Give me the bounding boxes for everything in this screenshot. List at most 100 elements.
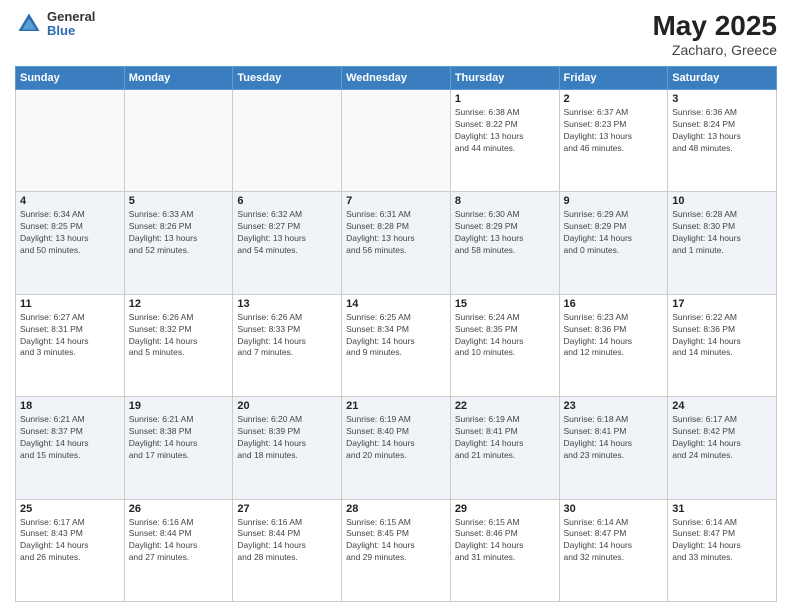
- day-cell: 29 Sunrise: 6:15 AM Sunset: 8:46 PM Dayli…: [450, 499, 559, 601]
- day-number: 15: [455, 298, 555, 310]
- page: General Blue May 2025 Zacharo, Greece Su…: [0, 0, 792, 612]
- week-row-4: 18 Sunrise: 6:21 AM Sunset: 8:37 PM Dayli…: [16, 397, 777, 499]
- day-cell: [16, 90, 125, 192]
- title-block: May 2025 Zacharo, Greece: [652, 10, 777, 58]
- day-number: 10: [672, 195, 772, 207]
- day-number: 1: [455, 93, 555, 105]
- day-cell: 20Sunrise: 6:20 AM Sunset: 8:39 PM Dayli…: [233, 397, 342, 499]
- day-info: Sunrise: 6:14 AM Sunset: 8:47 PM Dayligh…: [564, 517, 664, 565]
- day-info: Sunrise: 6:22 AM Sunset: 8:36 PM Dayligh…: [672, 312, 772, 360]
- day-cell: 4 Sunrise: 6:34 AM Sunset: 8:25 PM Daylig…: [16, 192, 125, 294]
- day-cell: 23 Sunrise: 6:18 AM Sunset: 8:41 PM Dayli…: [559, 397, 668, 499]
- logo-general-text: General: [47, 10, 95, 24]
- day-info: Sunrise: 6:16 AM Sunset: 8:44 PM Dayligh…: [237, 517, 337, 565]
- day-number: 24: [672, 400, 772, 412]
- day-info: Sunrise: 6:27 AM Sunset: 8:31 PM Dayligh…: [20, 312, 120, 360]
- day-cell: 12Sunrise: 6:26 AM Sunset: 8:32 PM Dayli…: [124, 294, 233, 396]
- day-info: Sunrise: 6:26 AM Sunset: 8:33 PM Dayligh…: [237, 312, 337, 360]
- day-header-thursday: Thursday: [450, 67, 559, 90]
- week-row-3: 11Sunrise: 6:27 AM Sunset: 8:31 PM Dayli…: [16, 294, 777, 396]
- day-info: Sunrise: 6:30 AM Sunset: 8:29 PM Dayligh…: [455, 209, 555, 257]
- day-info: Sunrise: 6:15 AM Sunset: 8:45 PM Dayligh…: [346, 517, 446, 565]
- day-info: Sunrise: 6:17 AM Sunset: 8:43 PM Dayligh…: [20, 517, 120, 565]
- day-header-monday: Monday: [124, 67, 233, 90]
- day-info: Sunrise: 6:19 AM Sunset: 8:40 PM Dayligh…: [346, 414, 446, 462]
- day-info: Sunrise: 6:18 AM Sunset: 8:41 PM Dayligh…: [564, 414, 664, 462]
- day-number: 18: [20, 400, 120, 412]
- week-row-5: 25 Sunrise: 6:17 AM Sunset: 8:43 PM Dayli…: [16, 499, 777, 601]
- day-cell: 31 Sunrise: 6:14 AM Sunset: 8:47 PM Dayli…: [668, 499, 777, 601]
- day-cell: 9 Sunrise: 6:29 AM Sunset: 8:29 PM Daylig…: [559, 192, 668, 294]
- day-info: Sunrise: 6:21 AM Sunset: 8:37 PM Dayligh…: [20, 414, 120, 462]
- day-cell: 26 Sunrise: 6:16 AM Sunset: 8:44 PM Dayli…: [124, 499, 233, 601]
- day-number: 12: [129, 298, 229, 310]
- day-info: Sunrise: 6:28 AM Sunset: 8:30 PM Dayligh…: [672, 209, 772, 257]
- day-cell: 27Sunrise: 6:16 AM Sunset: 8:44 PM Dayli…: [233, 499, 342, 601]
- day-info: Sunrise: 6:33 AM Sunset: 8:26 PM Dayligh…: [129, 209, 229, 257]
- day-info: Sunrise: 6:21 AM Sunset: 8:38 PM Dayligh…: [129, 414, 229, 462]
- day-number: 16: [564, 298, 664, 310]
- day-number: 14: [346, 298, 446, 310]
- logo: General Blue: [15, 10, 95, 39]
- day-cell: 14Sunrise: 6:25 AM Sunset: 8:34 PM Dayli…: [342, 294, 451, 396]
- week-row-1: 1 Sunrise: 6:38 AM Sunset: 8:22 PM Daylig…: [16, 90, 777, 192]
- day-cell: 5Sunrise: 6:33 AM Sunset: 8:26 PM Daylig…: [124, 192, 233, 294]
- calendar-title: May 2025: [652, 10, 777, 42]
- day-number: 17: [672, 298, 772, 310]
- day-number: 3: [672, 93, 772, 105]
- day-header-friday: Friday: [559, 67, 668, 90]
- day-number: 8: [455, 195, 555, 207]
- day-cell: 18 Sunrise: 6:21 AM Sunset: 8:37 PM Dayli…: [16, 397, 125, 499]
- day-number: 22: [455, 400, 555, 412]
- day-info: Sunrise: 6:15 AM Sunset: 8:46 PM Dayligh…: [455, 517, 555, 565]
- calendar-subtitle: Zacharo, Greece: [652, 42, 777, 58]
- day-cell: 3 Sunrise: 6:36 AM Sunset: 8:24 PM Daylig…: [668, 90, 777, 192]
- day-number: 30: [564, 503, 664, 515]
- day-cell: [342, 90, 451, 192]
- day-number: 4: [20, 195, 120, 207]
- day-header-tuesday: Tuesday: [233, 67, 342, 90]
- day-header-wednesday: Wednesday: [342, 67, 451, 90]
- day-info: Sunrise: 6:34 AM Sunset: 8:25 PM Dayligh…: [20, 209, 120, 257]
- day-number: 29: [455, 503, 555, 515]
- calendar-table: SundayMondayTuesdayWednesdayThursdayFrid…: [15, 66, 777, 602]
- day-cell: 11Sunrise: 6:27 AM Sunset: 8:31 PM Dayli…: [16, 294, 125, 396]
- day-info: Sunrise: 6:19 AM Sunset: 8:41 PM Dayligh…: [455, 414, 555, 462]
- logo-blue-text: Blue: [47, 24, 95, 38]
- day-cell: 19Sunrise: 6:21 AM Sunset: 8:38 PM Dayli…: [124, 397, 233, 499]
- day-number: 31: [672, 503, 772, 515]
- day-header-sunday: Sunday: [16, 67, 125, 90]
- day-cell: 7Sunrise: 6:31 AM Sunset: 8:28 PM Daylig…: [342, 192, 451, 294]
- day-info: Sunrise: 6:23 AM Sunset: 8:36 PM Dayligh…: [564, 312, 664, 360]
- day-cell: [124, 90, 233, 192]
- day-cell: 17 Sunrise: 6:22 AM Sunset: 8:36 PM Dayli…: [668, 294, 777, 396]
- day-info: Sunrise: 6:32 AM Sunset: 8:27 PM Dayligh…: [237, 209, 337, 257]
- day-cell: 13Sunrise: 6:26 AM Sunset: 8:33 PM Dayli…: [233, 294, 342, 396]
- day-number: 25: [20, 503, 120, 515]
- header: General Blue May 2025 Zacharo, Greece: [15, 10, 777, 58]
- day-number: 28: [346, 503, 446, 515]
- day-cell: 8 Sunrise: 6:30 AM Sunset: 8:29 PM Daylig…: [450, 192, 559, 294]
- day-number: 9: [564, 195, 664, 207]
- day-info: Sunrise: 6:14 AM Sunset: 8:47 PM Dayligh…: [672, 517, 772, 565]
- day-info: Sunrise: 6:16 AM Sunset: 8:44 PM Dayligh…: [129, 517, 229, 565]
- day-info: Sunrise: 6:20 AM Sunset: 8:39 PM Dayligh…: [237, 414, 337, 462]
- day-info: Sunrise: 6:29 AM Sunset: 8:29 PM Dayligh…: [564, 209, 664, 257]
- day-number: 6: [237, 195, 337, 207]
- day-cell: 24Sunrise: 6:17 AM Sunset: 8:42 PM Dayli…: [668, 397, 777, 499]
- day-cell: 15 Sunrise: 6:24 AM Sunset: 8:35 PM Dayli…: [450, 294, 559, 396]
- day-number: 26: [129, 503, 229, 515]
- day-info: Sunrise: 6:24 AM Sunset: 8:35 PM Dayligh…: [455, 312, 555, 360]
- week-row-2: 4 Sunrise: 6:34 AM Sunset: 8:25 PM Daylig…: [16, 192, 777, 294]
- day-cell: 25 Sunrise: 6:17 AM Sunset: 8:43 PM Dayli…: [16, 499, 125, 601]
- day-cell: 1 Sunrise: 6:38 AM Sunset: 8:22 PM Daylig…: [450, 90, 559, 192]
- day-info: Sunrise: 6:38 AM Sunset: 8:22 PM Dayligh…: [455, 107, 555, 155]
- day-number: 23: [564, 400, 664, 412]
- day-info: Sunrise: 6:37 AM Sunset: 8:23 PM Dayligh…: [564, 107, 664, 155]
- day-header-saturday: Saturday: [668, 67, 777, 90]
- day-cell: 6 Sunrise: 6:32 AM Sunset: 8:27 PM Daylig…: [233, 192, 342, 294]
- logo-icon: [15, 10, 43, 38]
- day-number: 7: [346, 195, 446, 207]
- day-info: Sunrise: 6:36 AM Sunset: 8:24 PM Dayligh…: [672, 107, 772, 155]
- day-cell: 16 Sunrise: 6:23 AM Sunset: 8:36 PM Dayli…: [559, 294, 668, 396]
